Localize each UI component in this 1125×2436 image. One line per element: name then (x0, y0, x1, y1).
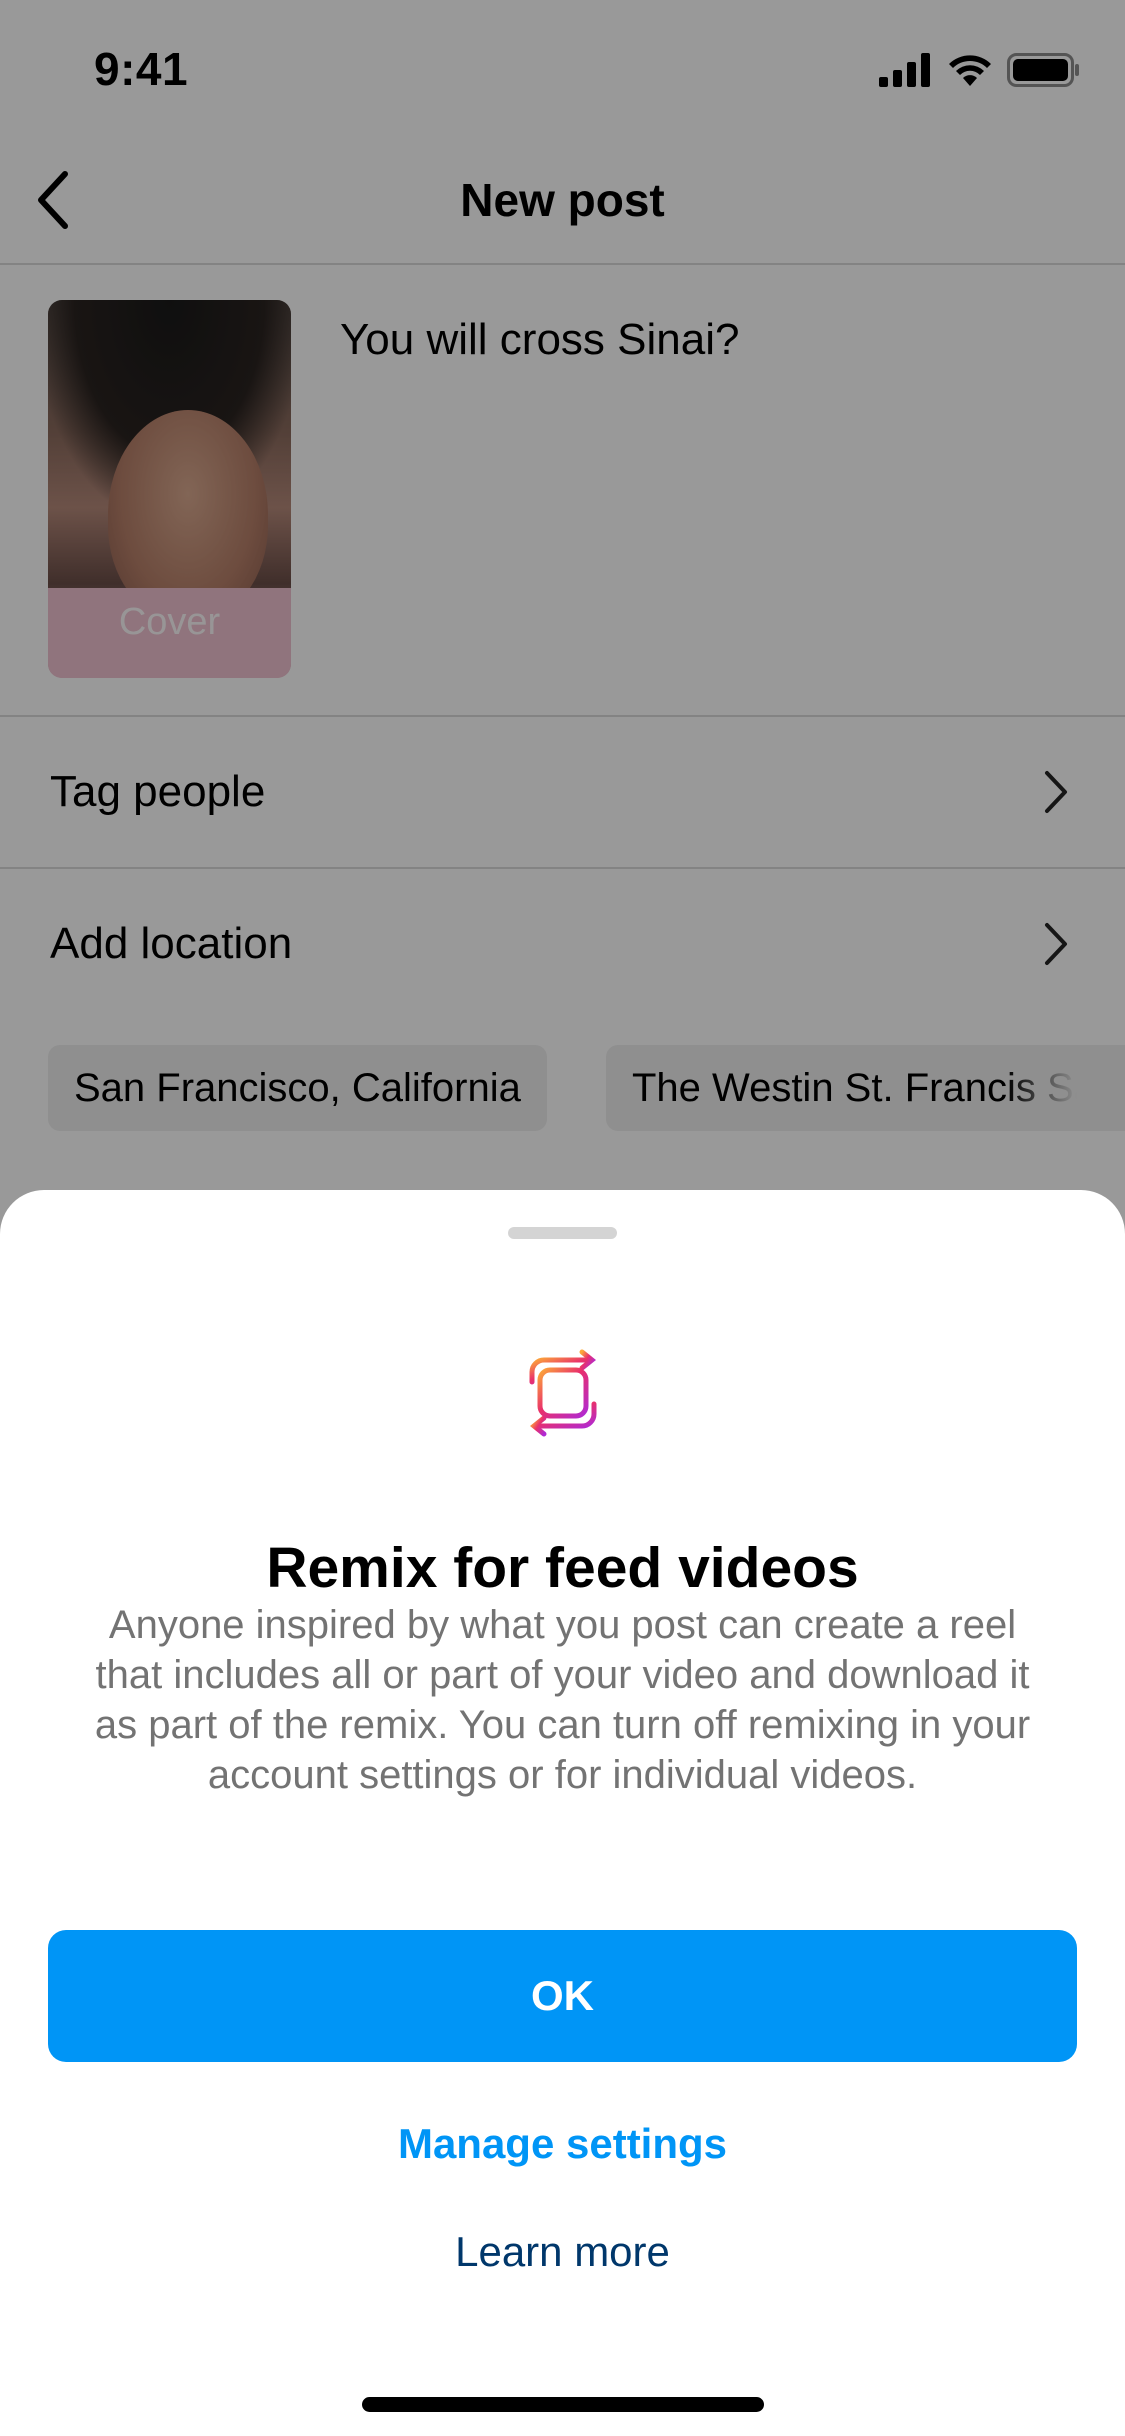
sheet-description: Anyone inspired by what you post can cre… (94, 1603, 1031, 1797)
remix-bottom-sheet: Remix for feed videos Anyone inspired by… (0, 1190, 1125, 2436)
sheet-title: Remix for feed videos (266, 1536, 859, 1600)
sheet-grabber[interactable] (508, 1227, 617, 1239)
remix-icon (486, 1311, 640, 1475)
learn-more-link[interactable]: Learn more (0, 2228, 1125, 2276)
ok-button[interactable]: OK (48, 1930, 1077, 2062)
manage-settings-link[interactable]: Manage settings (0, 2120, 1125, 2168)
home-indicator[interactable] (362, 2397, 764, 2412)
